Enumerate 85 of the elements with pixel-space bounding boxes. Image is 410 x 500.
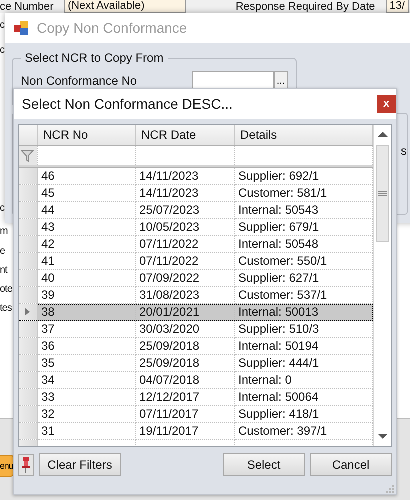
table-cell: 34 (37, 372, 135, 388)
grip-icon (378, 191, 387, 196)
table-row[interactable]: 38 20/01/2021 Internal: 50013 (19, 304, 372, 320)
table-cell: 14/11/2023 (135, 168, 234, 184)
table-cell: 04/07/2018 (135, 372, 234, 388)
table-cell: 41 (37, 252, 135, 270)
form-label: c (0, 20, 4, 32)
form-label: Response Required By Date (236, 1, 376, 13)
table-cell: 20/01/2021 (135, 304, 234, 320)
app-icon (14, 21, 29, 35)
pin-icon (22, 456, 30, 472)
table-cell: 25/09/2018 (135, 338, 234, 354)
panel-label: s (401, 144, 407, 158)
scroll-down-icon[interactable] (378, 434, 388, 439)
table-cell: 07/11/2022 (135, 236, 234, 252)
field-label: Non Conformance No (21, 74, 138, 88)
pin-button[interactable] (18, 454, 34, 476)
table-cell: 25/09/2018 (135, 354, 234, 372)
table-cell: 46 (37, 168, 135, 184)
table-cell: 43 (37, 218, 135, 236)
table-row[interactable]: 32 07/11/2017 Supplier: 418/1 (19, 406, 372, 422)
table-row[interactable]: 36 25/09/2018 Internal: 50194 (19, 338, 372, 354)
form-label: nt (0, 265, 8, 277)
resize-grip-icon[interactable] (386, 485, 394, 493)
table-row[interactable]: 35 25/09/2018 Supplier: 444/1 (19, 354, 372, 372)
menu-button[interactable]: enu (0, 455, 14, 477)
table-row[interactable]: 46 14/11/2023 Supplier: 692/1 (19, 168, 372, 184)
table-row[interactable]: 42 07/11/2022 Internal: 50548 (19, 236, 372, 252)
close-button[interactable]: x (377, 95, 396, 113)
table-row[interactable]: 43 10/05/2023 Supplier: 679/1 (19, 218, 372, 236)
table-cell: 19/11/2017 (135, 422, 234, 440)
table-cell: 10/05/2023 (135, 218, 234, 236)
group-title: Select NCR to Copy From (24, 51, 165, 65)
column-header[interactable]: NCR Date (135, 125, 234, 146)
table-cell: 32 (37, 406, 135, 422)
table-cell: 35 (37, 354, 135, 372)
scroll-thumb[interactable] (376, 145, 389, 242)
table-cell: 45 (37, 184, 135, 202)
table-row[interactable]: 33 12/12/2017 Internal: 50064 (19, 388, 372, 406)
table-cell: 14/11/2023 (135, 184, 234, 202)
filter-icon (21, 150, 34, 162)
table-cell: 36 (37, 338, 135, 354)
table-cell: 33 (37, 388, 135, 406)
form-field[interactable]: 13/ (386, 0, 409, 13)
dialog-title: Select Non Conformance DESC... (22, 96, 233, 112)
table-row[interactable]: 34 04/07/2018 Internal: 0 (19, 372, 372, 388)
form-label: tes (0, 303, 12, 315)
table-cell: 25/07/2023 (135, 202, 234, 218)
current-row-icon (25, 308, 30, 316)
form-label: m (0, 226, 8, 238)
cancel-button[interactable]: Cancel (310, 453, 392, 476)
column-header[interactable]: NCR No (37, 125, 135, 146)
form-label: c (0, 45, 4, 57)
clear-filters-button[interactable]: Clear Filters (39, 453, 121, 476)
form-label: ote (0, 284, 12, 296)
scrollbar[interactable] (373, 125, 391, 446)
table-row[interactable]: 45 14/11/2023 Customer: 581/1 (19, 184, 372, 202)
table-cell: 31 (37, 422, 135, 440)
filter-cell[interactable] (234, 146, 372, 165)
table-row[interactable]: 31 19/11/2017 Customer: 397/1 (19, 422, 372, 440)
table-cell: 12/12/2017 (135, 388, 234, 406)
table-cell: 07/11/2022 (135, 252, 234, 270)
table-row[interactable]: 37 30/03/2020 Supplier: 510/3 (19, 320, 372, 338)
form-label: c (0, 203, 4, 215)
table-cell: 37 (37, 320, 135, 338)
filter-cell[interactable] (135, 146, 234, 165)
table-row[interactable]: 40 07/09/2022 Supplier: 627/1 (19, 270, 372, 286)
table-cell: 42 (37, 236, 135, 252)
window-title: Copy Non Conformance (37, 20, 188, 36)
form-field[interactable]: (Next Available) (64, 0, 186, 13)
form-label: ce Number (0, 1, 55, 13)
filter-cell[interactable] (37, 146, 135, 165)
select-button[interactable]: Select (223, 453, 305, 476)
form-label: e (0, 246, 6, 258)
table-cell: Internal: 50013 (234, 304, 372, 320)
table-row[interactable]: 44 25/07/2023 Internal: 50543 (19, 202, 372, 218)
table-row[interactable]: 41 07/11/2022 Customer: 550/1 (19, 252, 372, 270)
scroll-up-icon[interactable] (378, 132, 388, 137)
table-cell: 07/11/2017 (135, 406, 234, 422)
table-cell: 30/03/2020 (135, 320, 234, 338)
column-header[interactable]: Details (234, 125, 372, 146)
table-cell: 40 (37, 270, 135, 286)
table-cell: 44 (37, 202, 135, 218)
table-cell: 07/09/2022 (135, 270, 234, 286)
table-cell: 38 (37, 304, 135, 320)
